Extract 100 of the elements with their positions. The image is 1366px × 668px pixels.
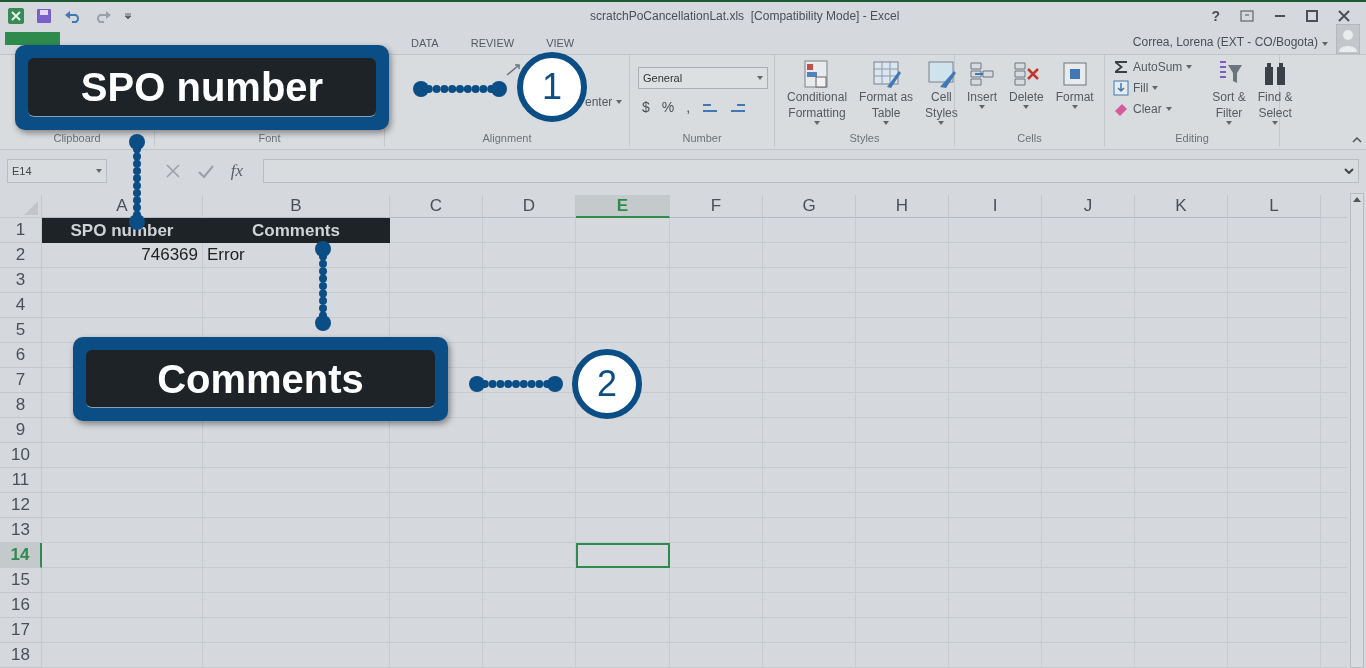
row-header[interactable]: 2: [0, 243, 42, 268]
caret-icon: [979, 105, 985, 109]
maximize-icon: [1306, 10, 1318, 22]
ribbon-tab[interactable]: REVIEW: [454, 32, 531, 54]
sigma-icon: [1113, 59, 1129, 75]
close-icon: [1338, 10, 1350, 22]
caret-icon: [883, 121, 890, 125]
row-header[interactable]: 8: [0, 393, 42, 418]
save-icon: [36, 8, 52, 24]
number-format-button[interactable]: %: [661, 97, 675, 118]
button-label: Format: [1055, 89, 1094, 105]
name-box-value: E14: [12, 163, 32, 179]
collapse-ribbon-icon: [1352, 137, 1362, 143]
caret-icon: [1322, 42, 1328, 46]
step-number: 2: [572, 349, 642, 419]
caret-icon: [1152, 86, 1159, 90]
row-header[interactable]: 18: [0, 643, 42, 668]
spreadsheet-app-icon: [8, 8, 24, 24]
number-format-value: General: [643, 70, 683, 86]
ribbon-button[interactable]: Cell Styles: [921, 55, 962, 125]
ribbon-display-icon: [1240, 10, 1254, 22]
button-label: Format as: [859, 89, 914, 105]
expand-icon: [1344, 168, 1354, 174]
row-header[interactable]: 10: [0, 443, 42, 468]
group-label: Styles: [849, 130, 880, 146]
undo-icon: [64, 9, 82, 23]
ribbon-button[interactable]: Sort & Filter: [1208, 55, 1250, 125]
column-header[interactable]: I: [949, 195, 1042, 218]
caret-icon: [96, 169, 102, 173]
ribbon-button[interactable]: Delete: [1005, 55, 1048, 109]
row-header[interactable]: 16: [0, 593, 42, 618]
column-header[interactable]: K: [1135, 195, 1228, 218]
eraser-icon: [1113, 101, 1129, 117]
row-header[interactable]: 5: [0, 318, 42, 343]
column-header[interactable]: G: [763, 195, 856, 218]
cell-brush-icon: [926, 59, 957, 89]
ribbon-button[interactable]: Conditional Formatting: [783, 55, 852, 125]
button-label: Table: [871, 105, 901, 121]
name-box[interactable]: E14: [7, 159, 107, 183]
ribbon-button[interactable]: Fill: [1113, 79, 1193, 97]
ribbon-button[interactable]: Insert: [963, 55, 1001, 109]
number-format-dropdown[interactable]: General: [638, 67, 768, 89]
callout-label: SPO number: [80, 64, 324, 111]
row-header[interactable]: 11: [0, 468, 42, 493]
button-label: Cell: [931, 89, 952, 105]
ribbon-button[interactable]: AutoSum: [1113, 58, 1193, 76]
caret-icon: [1226, 121, 1233, 125]
vertical-scrollbar[interactable]: [1350, 193, 1364, 668]
ribbon-button[interactable]: Format: [1051, 55, 1098, 109]
corner-header[interactable]: [0, 195, 42, 218]
callout-label: Comments: [157, 355, 364, 403]
delete-cells-icon: [1011, 59, 1042, 89]
button-label: Formatting: [788, 105, 846, 121]
table-cell: 746369: [42, 243, 203, 268]
merge-label[interactable]: enter: [585, 93, 613, 111]
user-name: Correa, Lorena (EXT - CO/Bogota): [1132, 34, 1318, 51]
caret-icon: [1272, 121, 1279, 125]
table-brush-icon: [871, 59, 902, 89]
row-header[interactable]: 17: [0, 618, 42, 643]
column-header[interactable]: F: [670, 195, 763, 218]
button-label: Sort &: [1212, 89, 1246, 105]
button-label: Find &: [1257, 89, 1293, 105]
group-label: Number: [682, 130, 722, 146]
file-tab[interactable]: [5, 32, 60, 45]
row-header[interactable]: 6: [0, 343, 42, 368]
window-title: scratchPoCancellationLat.xls [Compatibility Mode] - Excel: [590, 8, 900, 25]
column-header[interactable]: L: [1228, 195, 1321, 218]
formula-input[interactable]: [263, 159, 1359, 183]
group-label: Editing: [1175, 130, 1209, 146]
row-header[interactable]: 9: [0, 418, 42, 443]
caret-icon: [1071, 105, 1078, 109]
redo-icon: [94, 9, 112, 23]
ribbon-button[interactable]: Format as Table: [855, 55, 918, 125]
ribbon-tab[interactable]: DATA: [395, 32, 455, 54]
row-header[interactable]: 3: [0, 268, 42, 293]
orientation-icon: [505, 63, 523, 77]
number-format-button[interactable]: $: [642, 97, 650, 118]
column-header[interactable]: J: [1042, 195, 1135, 218]
column-header[interactable]: H: [856, 195, 949, 218]
ribbon-button[interactable]: Find & Select: [1253, 55, 1297, 125]
group-label: Font: [258, 130, 281, 146]
scroll-up-icon: [1353, 197, 1361, 202]
button-label: Select: [1258, 105, 1292, 121]
row-header[interactable]: 15: [0, 568, 42, 593]
insert-function-button[interactable]: fx: [230, 158, 243, 184]
row-header[interactable]: 7: [0, 368, 42, 393]
ribbon-button[interactable]: Clear: [1113, 100, 1193, 118]
group-label: Cells: [1017, 130, 1042, 146]
insert-cells-icon: [967, 59, 997, 89]
minimize-icon: [1274, 14, 1286, 18]
row-header[interactable]: 4: [0, 293, 42, 318]
number-format-button[interactable]: ,: [686, 97, 691, 118]
table-cell: SPO number: [42, 218, 203, 243]
column-header[interactable]: C: [390, 195, 483, 218]
row-header[interactable]: 12: [0, 493, 42, 518]
help-button[interactable]: ?: [1211, 5, 1220, 27]
ribbon-tab[interactable]: VIEW: [530, 32, 591, 54]
button-label: Insert: [967, 89, 997, 105]
button-label: Styles: [925, 105, 958, 121]
cancel-icon: [164, 163, 181, 179]
